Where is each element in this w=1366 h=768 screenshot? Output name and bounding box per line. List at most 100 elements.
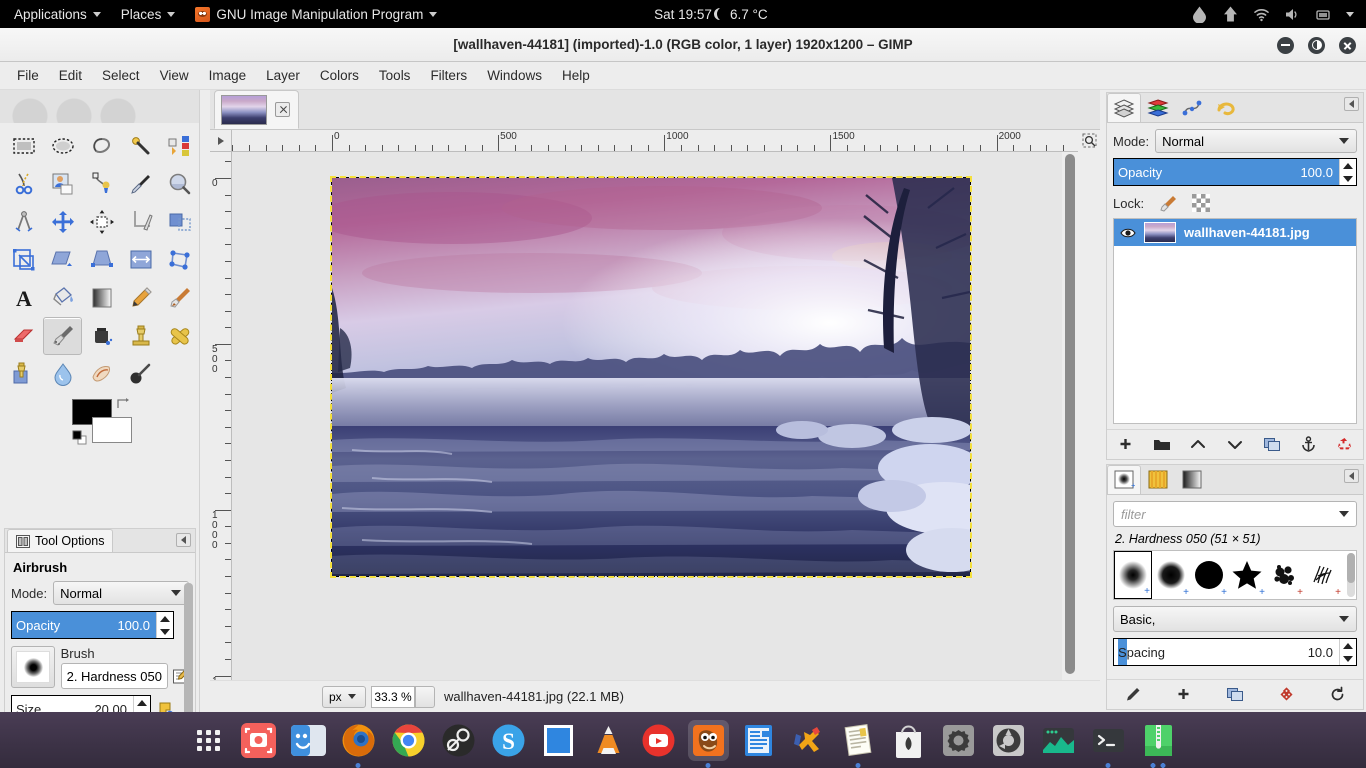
spacing-spinner[interactable]: Spacing 10.0 [1113, 638, 1357, 666]
pencil-tool[interactable] [121, 279, 160, 317]
chrome-icon[interactable] [388, 720, 429, 761]
flip-tool[interactable] [121, 241, 160, 279]
perspective-tool[interactable] [82, 241, 121, 279]
background-color-swatch[interactable] [92, 417, 132, 443]
steam-icon[interactable] [438, 720, 479, 761]
delete-layer-icon[interactable] [1333, 434, 1357, 456]
image-layer-preview[interactable] [312, 176, 1002, 578]
zoom-tool[interactable] [160, 165, 199, 203]
dodge-burn-tool[interactable] [121, 355, 160, 393]
menu-layer[interactable]: Layer [257, 64, 309, 87]
tab-tool-options[interactable]: Tool Options [7, 529, 114, 552]
menu-help[interactable]: Help [553, 64, 599, 87]
duplicate-brush-icon[interactable] [1223, 684, 1247, 706]
bucket-fill-tool[interactable] [43, 279, 82, 317]
menu-select[interactable]: Select [93, 64, 149, 87]
table-row[interactable]: wallhaven-44181.jpg [1114, 219, 1356, 246]
tweaks-icon[interactable] [938, 720, 979, 761]
canvas-vertical-scrollbar[interactable] [1062, 152, 1078, 690]
new-brush-icon[interactable] [1172, 684, 1196, 706]
menu-view[interactable]: View [151, 64, 198, 87]
minimize-button[interactable] [1277, 36, 1294, 54]
ellipse-select-tool[interactable] [43, 127, 82, 165]
default-colors-icon[interactable] [72, 430, 87, 445]
gradient-tool[interactable] [82, 279, 121, 317]
app-grid-icon[interactable] [188, 720, 229, 761]
opacity-stepper[interactable] [156, 612, 173, 638]
free-select-tool[interactable] [82, 127, 121, 165]
menu-filters[interactable]: Filters [421, 64, 476, 87]
software-center-icon[interactable] [888, 720, 929, 761]
skype-icon[interactable]: S [488, 720, 529, 761]
patterns-tab[interactable] [1141, 465, 1175, 494]
vlc-icon[interactable] [588, 720, 629, 761]
new-layer-icon[interactable] [1113, 434, 1137, 456]
document-viewer-icon[interactable] [738, 720, 779, 761]
shear-tool[interactable] [43, 241, 82, 279]
tool-options-menu-button[interactable] [176, 533, 191, 547]
paths-tool[interactable] [82, 165, 121, 203]
lock-alpha-icon[interactable] [1192, 194, 1211, 212]
brush-bristles[interactable]: + [1304, 551, 1342, 599]
duplicate-layer-icon[interactable] [1260, 434, 1284, 456]
perspective-clone-tool[interactable] [4, 355, 43, 393]
brush-tag-select[interactable]: Basic, [1113, 606, 1357, 632]
blur-sharpen-tool[interactable] [43, 355, 82, 393]
layer-mode-select[interactable]: Normal [1155, 129, 1357, 153]
brush-hardness-050[interactable]: + [1114, 551, 1152, 599]
places-menu[interactable]: Places [111, 0, 186, 28]
heal-tool[interactable] [160, 317, 199, 355]
zoom-fit-icon[interactable] [1082, 133, 1097, 148]
swap-colors-icon[interactable] [116, 397, 130, 411]
ink-tool[interactable] [82, 317, 121, 355]
size-increment[interactable] [134, 696, 150, 709]
eye-icon[interactable] [1120, 226, 1136, 240]
paths-tab[interactable] [1175, 93, 1209, 122]
airbrush-tool[interactable] [43, 317, 82, 355]
layer-opacity-decrement[interactable] [1340, 172, 1356, 185]
terminal-icon[interactable] [1088, 720, 1129, 761]
wifi-icon[interactable] [1253, 6, 1270, 23]
fuzzy-select-tool[interactable] [121, 127, 160, 165]
rotate-tool[interactable] [160, 203, 199, 241]
color-picker-tool[interactable] [121, 165, 160, 203]
layer-opacity-increment[interactable] [1340, 159, 1356, 172]
brush-acrylic[interactable]: + [1266, 551, 1304, 599]
rect-select-tool[interactable] [4, 127, 43, 165]
move-tool[interactable] [43, 203, 82, 241]
menu-image[interactable]: Image [200, 64, 256, 87]
lock-pixels-icon[interactable] [1158, 194, 1178, 212]
image-viewer-icon[interactable] [538, 720, 579, 761]
menu-colors[interactable]: Colors [311, 64, 368, 87]
documents-icon[interactable] [838, 720, 879, 761]
chevron-down-icon[interactable] [1346, 11, 1354, 17]
layer-opacity-spinner[interactable]: Opacity 100.0 [1113, 158, 1357, 186]
opacity-increment[interactable] [157, 612, 173, 625]
drop-icon[interactable] [1191, 6, 1208, 23]
chevron-down-icon[interactable] [1339, 511, 1349, 517]
channels-tab[interactable] [1141, 93, 1175, 122]
screenshot-icon[interactable] [238, 720, 279, 761]
crop-tool[interactable] [121, 203, 160, 241]
youtube-icon[interactable] [638, 720, 679, 761]
smudge-tool[interactable] [82, 355, 121, 393]
paintbrush-tool[interactable] [160, 279, 199, 317]
delete-brush-icon[interactable] [1274, 684, 1298, 706]
scissors-select-tool[interactable] [4, 165, 43, 203]
tool-options-scroll-thumb[interactable] [184, 583, 193, 733]
close-button[interactable] [1339, 36, 1356, 54]
image-canvas[interactable] [232, 152, 1078, 690]
horizontal-ruler[interactable]: 0 500 1000 1500 2000 [232, 130, 1078, 152]
edit-brush-icon[interactable] [1121, 684, 1145, 706]
zoom-input[interactable]: 33.3 % [371, 685, 415, 708]
system-monitor-icon[interactable] [1038, 720, 1079, 761]
new-layer-group-icon[interactable] [1150, 434, 1174, 456]
menu-tools[interactable]: Tools [370, 64, 420, 87]
refresh-brushes-icon[interactable] [1325, 684, 1349, 706]
mode-select[interactable]: Normal [53, 581, 189, 605]
image-tab[interactable] [214, 90, 299, 129]
select-by-color-tool[interactable] [160, 127, 199, 165]
zoom-dropdown-button[interactable] [415, 685, 435, 708]
brush-grid-scroll-thumb[interactable] [1347, 553, 1355, 583]
menu-file[interactable]: File [8, 64, 48, 87]
